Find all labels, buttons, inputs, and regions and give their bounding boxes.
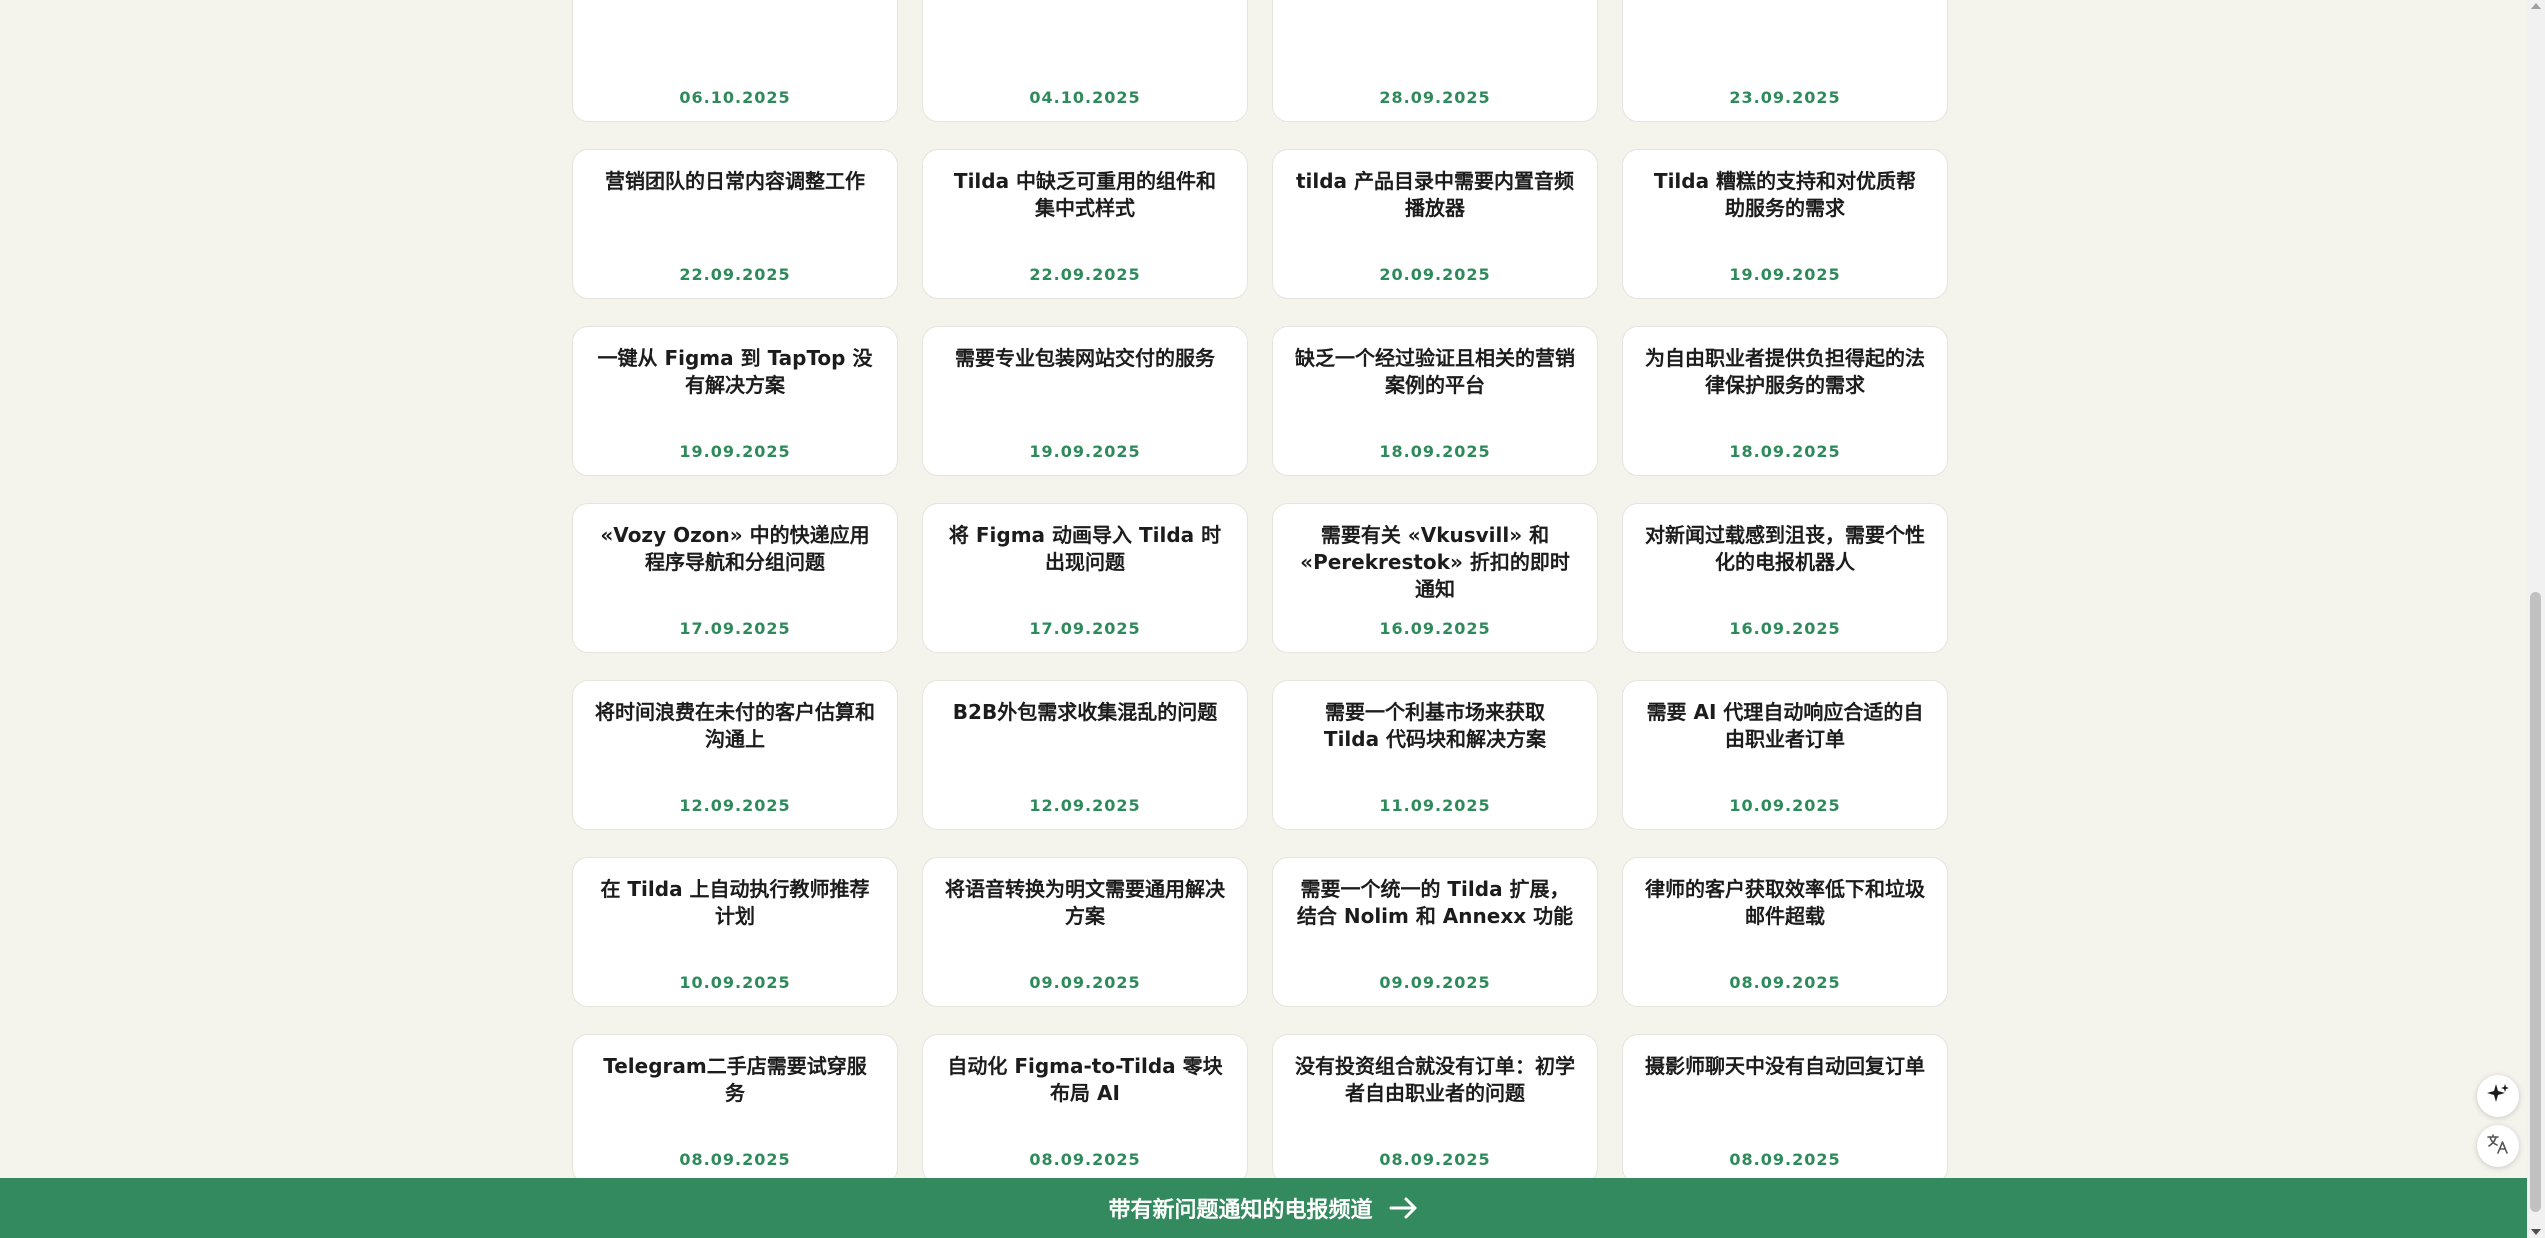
problem-card-date: 19.09.2025: [679, 442, 791, 461]
problem-card-date: 16.09.2025: [1729, 619, 1841, 638]
problem-card[interactable]: 一键从 Figma 到 TapTop 没有解决方案 19.09.2025: [572, 326, 898, 476]
problem-card-title: 在 Tilda 上自动执行教师推荐计划: [600, 877, 870, 928]
translate-icon: [2486, 1132, 2510, 1160]
problem-card-title: «Vozy Ozon» 中的快递应用程序导航和分组问题: [600, 523, 870, 574]
problem-card-date: 10.09.2025: [1729, 796, 1841, 815]
problem-card-date: 23.09.2025: [1729, 88, 1841, 107]
problem-card-date: 28.09.2025: [1379, 88, 1491, 107]
problem-card[interactable]: 需要专业包装网站交付的服务 19.09.2025: [922, 326, 1248, 476]
problem-card-title: 营销团队的日常内容调整工作: [605, 169, 865, 193]
problem-card[interactable]: 律师的客户获取效率低下和垃圾邮件超载 08.09.2025: [1622, 857, 1948, 1007]
problem-card-title: 没有投资组合就没有订单：初学者自由职业者的问题: [1295, 1054, 1575, 1105]
problem-card-title: 将 Figma 动画导入 Tilda 时出现问题: [948, 523, 1222, 574]
problem-card-title: 对新闻过载感到沮丧，需要个性化的电报机器人: [1645, 523, 1925, 574]
problem-card-date: 19.09.2025: [1729, 265, 1841, 284]
problem-card-title: 一键从 Figma 到 TapTop 没有解决方案: [597, 346, 873, 397]
scroll-up-arrow-icon[interactable]: [2531, 3, 2541, 9]
problem-card-title: B2B外包需求收集混乱的问题: [952, 700, 1218, 724]
problem-card-date: 17.09.2025: [1029, 619, 1141, 638]
problem-card[interactable]: B2B外包需求收集混乱的问题 12.09.2025: [922, 680, 1248, 830]
problem-card-date: 19.09.2025: [1029, 442, 1141, 461]
problem-card[interactable]: 缺乏一个经过验证且相关的营销案例的平台 18.09.2025: [1272, 326, 1598, 476]
problem-card[interactable]: 需要有关 «Vkusvill» 和 «Perekrestok» 折扣的即时通知 1…: [1272, 503, 1598, 653]
problem-card-date: 22.09.2025: [679, 265, 791, 284]
sparkle-icon: [2486, 1082, 2510, 1110]
problem-card-date: 08.09.2025: [679, 1150, 791, 1169]
problem-card-date: 20.09.2025: [1379, 265, 1491, 284]
problem-card-title: 将语音转换为明文需要通用解决方案: [945, 877, 1225, 928]
problem-card-date: 18.09.2025: [1729, 442, 1841, 461]
translate-button[interactable]: [2477, 1125, 2519, 1167]
problem-card-date: 10.09.2025: [679, 973, 791, 992]
problem-card-date: 08.09.2025: [1729, 973, 1841, 992]
problem-card[interactable]: 23.09.2025: [1622, 0, 1948, 122]
problem-card-title: 需要一个统一的 Tilda 扩展，结合 Nolim 和 Annexx 功能: [1296, 877, 1574, 928]
problem-card[interactable]: 将时间浪费在未付的客户估算和沟通上 12.09.2025: [572, 680, 898, 830]
problem-card[interactable]: 需要一个统一的 Tilda 扩展，结合 Nolim 和 Annexx 功能 09.…: [1272, 857, 1598, 1007]
problem-card-date: 04.10.2025: [1029, 88, 1141, 107]
problem-card-date: 12.09.2025: [1029, 796, 1141, 815]
problem-card[interactable]: «Vozy Ozon» 中的快递应用程序导航和分组问题 17.09.2025: [572, 503, 898, 653]
problem-card-title: 需要专业包装网站交付的服务: [955, 346, 1215, 370]
problem-card-title: 需要有关 «Vkusvill» 和 «Perekrestok» 折扣的即时通知: [1300, 523, 1570, 601]
page-scrollbar[interactable]: [2527, 0, 2545, 1238]
problem-card[interactable]: 自动化 Figma-to-Tilda 零块布局 AI 08.09.2025: [922, 1034, 1248, 1184]
problem-card-date: 08.09.2025: [1029, 1150, 1141, 1169]
problem-card[interactable]: 06.10.2025: [572, 0, 898, 122]
problem-card-title: 为自由职业者提供负担得起的法律保护服务的需求: [1645, 346, 1925, 397]
problem-card-title: 自动化 Figma-to-Tilda 零块布局 AI: [947, 1054, 1223, 1105]
problem-card[interactable]: 将 Figma 动画导入 Tilda 时出现问题 17.09.2025: [922, 503, 1248, 653]
problem-card-date: 11.09.2025: [1379, 796, 1491, 815]
problem-card-date: 18.09.2025: [1379, 442, 1491, 461]
problem-card-title: 律师的客户获取效率低下和垃圾邮件超载: [1645, 877, 1925, 928]
problem-card[interactable]: 需要一个利基市场来获取 Tilda 代码块和解决方案 11.09.2025: [1272, 680, 1598, 830]
ai-assistant-button[interactable]: [2477, 1075, 2519, 1117]
problem-card[interactable]: 为自由职业者提供负担得起的法律保护服务的需求 18.09.2025: [1622, 326, 1948, 476]
problem-card[interactable]: 摄影师聊天中没有自动回复订单 08.09.2025: [1622, 1034, 1948, 1184]
problem-card[interactable]: 04.10.2025: [922, 0, 1248, 122]
problem-card-date: 06.10.2025: [679, 88, 791, 107]
problem-card[interactable]: Telegram二手店需要试穿服务 08.09.2025: [572, 1034, 898, 1184]
problem-card[interactable]: 营销团队的日常内容调整工作 22.09.2025: [572, 149, 898, 299]
problem-card[interactable]: 对新闻过载感到沮丧，需要个性化的电报机器人 16.09.2025: [1622, 503, 1948, 653]
scroll-thumb[interactable]: [2530, 592, 2541, 1212]
problem-card[interactable]: 28.09.2025: [1272, 0, 1598, 122]
problem-card-grid: 06.10.2025 04.10.2025 28.09.2025 23.09.2025…: [572, 0, 1948, 1184]
problem-card[interactable]: tilda 产品目录中需要内置音频播放器 20.09.2025: [1272, 149, 1598, 299]
problem-card-date: 09.09.2025: [1029, 973, 1141, 992]
problem-card-title: 需要一个利基市场来获取 Tilda 代码块和解决方案: [1323, 700, 1547, 751]
problem-card-date: 12.09.2025: [679, 796, 791, 815]
telegram-channel-label: 带有新问题通知的电报频道: [1108, 1198, 1373, 1223]
problem-card-title: 缺乏一个经过验证且相关的营销案例的平台: [1295, 346, 1575, 397]
problem-card-title: Tilda 中缺乏可重用的组件和集中式样式: [953, 169, 1217, 220]
scroll-down-arrow-icon[interactable]: [2531, 1229, 2541, 1235]
problem-card-title: 将时间浪费在未付的客户估算和沟通上: [595, 700, 875, 751]
problem-card-date: 17.09.2025: [679, 619, 791, 638]
problem-card-date: 08.09.2025: [1379, 1150, 1491, 1169]
telegram-channel-banner[interactable]: 带有新问题通知的电报频道: [0, 1178, 2527, 1238]
problem-card-date: 16.09.2025: [1379, 619, 1491, 638]
problem-card-title: Telegram二手店需要试穿服务: [603, 1054, 867, 1105]
problem-card-title: 摄影师聊天中没有自动回复订单: [1645, 1054, 1925, 1078]
problem-card[interactable]: 将语音转换为明文需要通用解决方案 09.09.2025: [922, 857, 1248, 1007]
problem-card-title: 需要 AI 代理自动响应合适的自由职业者订单: [1646, 700, 1924, 751]
problem-card-title: tilda 产品目录中需要内置音频播放器: [1295, 169, 1575, 220]
problem-card-date: 22.09.2025: [1029, 265, 1141, 284]
problem-card[interactable]: Tilda 糟糕的支持和对优质帮助服务的需求 19.09.2025: [1622, 149, 1948, 299]
problem-card[interactable]: 没有投资组合就没有订单：初学者自由职业者的问题 08.09.2025: [1272, 1034, 1598, 1184]
problem-card-date: 09.09.2025: [1379, 973, 1491, 992]
problem-card-title: Tilda 糟糕的支持和对优质帮助服务的需求: [1653, 169, 1917, 220]
problem-card-date: 08.09.2025: [1729, 1150, 1841, 1169]
problem-card[interactable]: Tilda 中缺乏可重用的组件和集中式样式 22.09.2025: [922, 149, 1248, 299]
problem-card[interactable]: 在 Tilda 上自动执行教师推荐计划 10.09.2025: [572, 857, 898, 1007]
arrow-right-icon: [1389, 1196, 1419, 1220]
page-viewport: 06.10.2025 04.10.2025 28.09.2025 23.09.2025…: [0, 0, 2527, 1238]
problem-card[interactable]: 需要 AI 代理自动响应合适的自由职业者订单 10.09.2025: [1622, 680, 1948, 830]
